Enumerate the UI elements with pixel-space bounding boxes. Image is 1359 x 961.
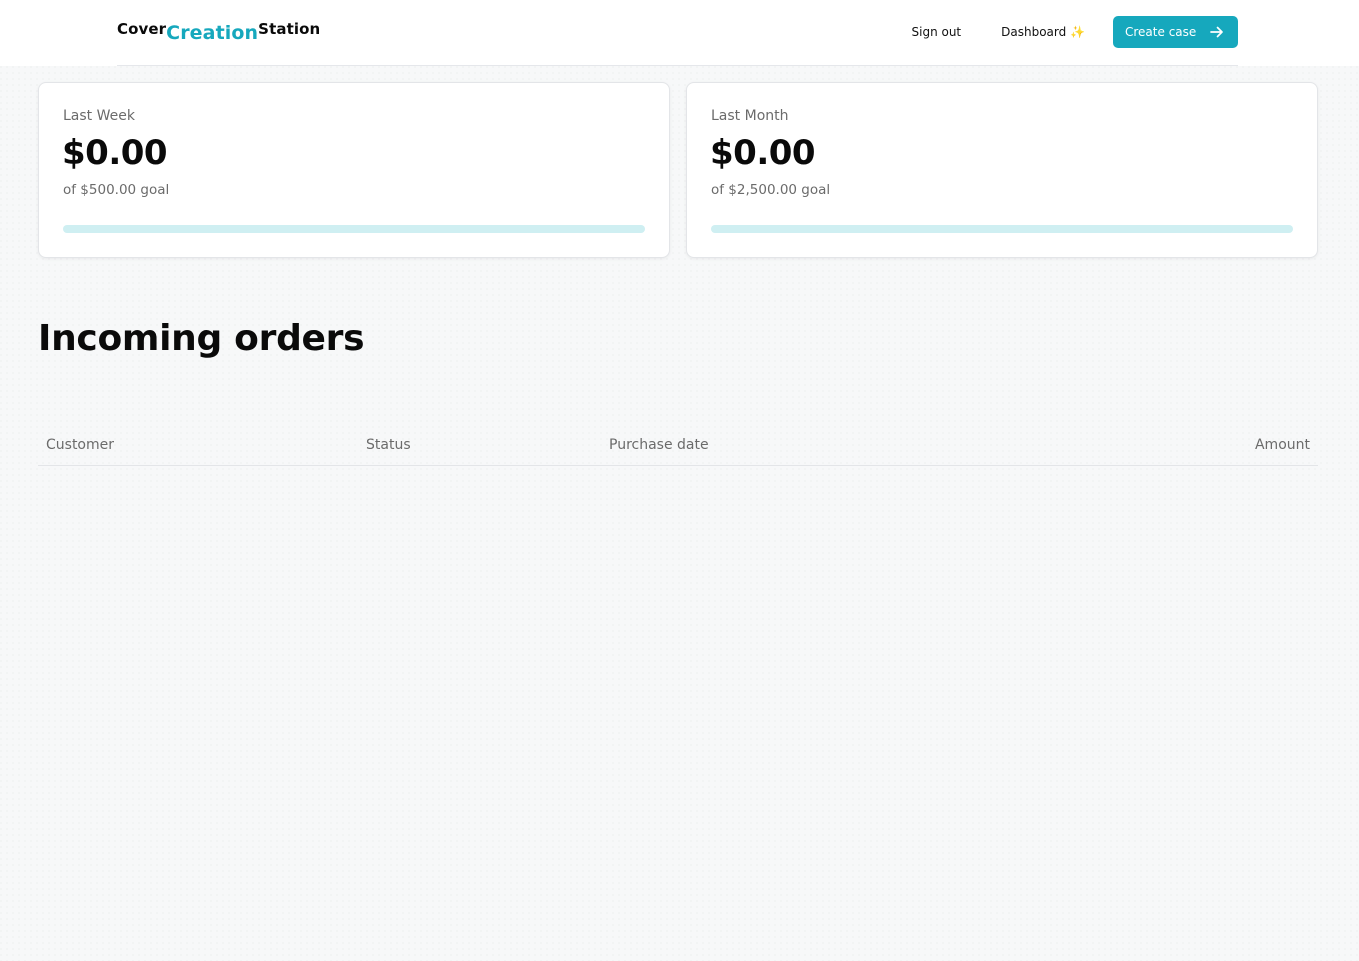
stat-card-last-week: Last Week $0.00 of $500.00 goal (38, 82, 670, 258)
column-header-customer: Customer (38, 425, 358, 466)
stat-label: Last Month (711, 108, 789, 124)
column-header-amount: Amount (1045, 425, 1318, 466)
stat-label: Last Week (63, 108, 135, 124)
logo-part-cover: Cover (117, 20, 167, 38)
table-header-row: Customer Status Purchase date Amount (38, 425, 1318, 466)
stat-goal: of $500.00 goal (63, 182, 170, 198)
create-case-button[interactable]: Create case (1113, 16, 1238, 48)
logo-part-creation: Creation (166, 22, 259, 44)
arrow-right-icon (1210, 26, 1224, 38)
logo[interactable]: CoverCreationStation (117, 17, 321, 44)
dashboard-link[interactable]: Dashboard ✨ (1001, 25, 1085, 39)
column-header-purchase-date: Purchase date (601, 425, 1046, 466)
progress-bar (711, 225, 1293, 233)
main-nav: Sign out Dashboard ✨ Create case (912, 16, 1238, 48)
stat-value: $0.00 (62, 133, 168, 173)
sign-out-link[interactable]: Sign out (912, 25, 962, 39)
top-header: CoverCreationStation Sign out Dashboard … (0, 0, 1359, 66)
create-case-label: Create case (1125, 25, 1197, 39)
header-bar: CoverCreationStation Sign out Dashboard … (117, 0, 1238, 66)
stat-card-last-month: Last Month $0.00 of $2,500.00 goal (686, 82, 1318, 258)
stat-value: $0.00 (710, 133, 816, 173)
page-title: Incoming orders (38, 318, 365, 359)
orders-table: Customer Status Purchase date Amount (38, 425, 1318, 466)
logo-part-station: Station (258, 20, 321, 38)
column-header-status: Status (358, 425, 601, 466)
progress-bar (63, 225, 645, 233)
stat-goal: of $2,500.00 goal (711, 182, 831, 198)
